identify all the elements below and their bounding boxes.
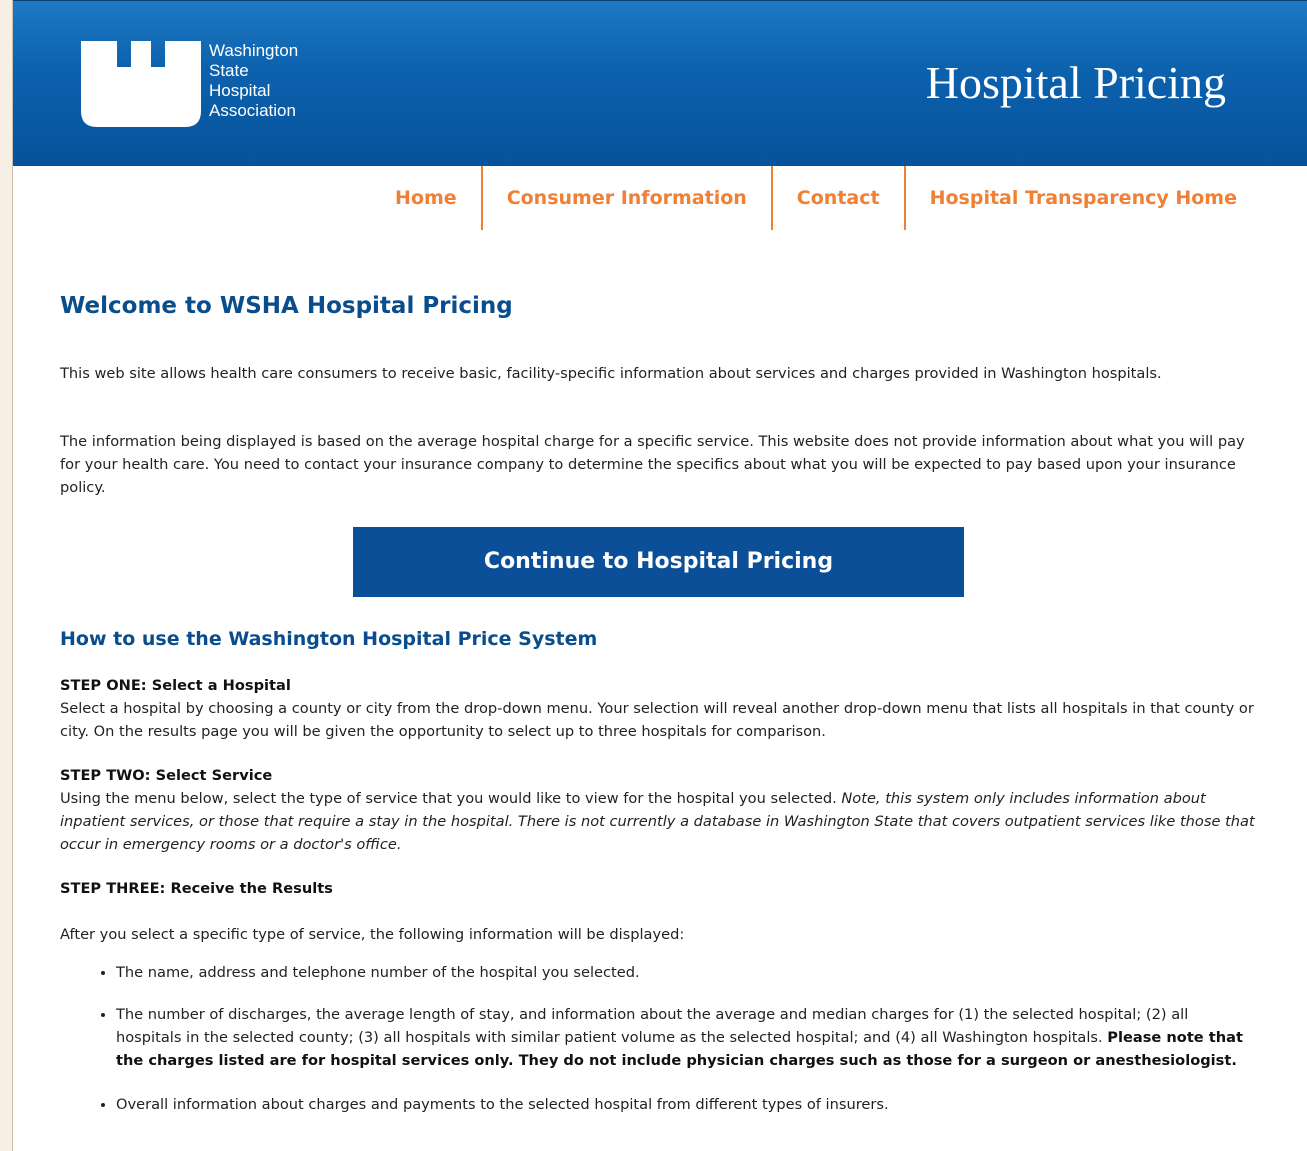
page: Washington State Hospital Association Ho… <box>12 0 1307 1151</box>
step-one-section: STEP ONE: Select a Hospital Select a hos… <box>60 674 1255 743</box>
nav-home-link[interactable]: Home <box>395 166 469 230</box>
wsha-logo[interactable]: Washington State Hospital Association <box>81 39 341 129</box>
welcome-heading: Welcome to WSHA Hospital Pricing <box>60 293 513 319</box>
list-item-text: The number of discharges, the average le… <box>116 1006 1189 1046</box>
step-one-text: Select a hospital by choosing a county o… <box>60 700 1254 740</box>
logo-line: Hospital <box>209 81 271 100</box>
step-three-title: STEP THREE: Receive the Results <box>60 880 333 897</box>
wsha-logo-icon <box>81 41 201 127</box>
how-to-heading: How to use the Washington Hospital Price… <box>60 628 598 650</box>
intro-paragraph: This web site allows health care consume… <box>60 365 1162 382</box>
logo-line: Association <box>209 101 296 120</box>
results-intro-text: After you select a specific type of serv… <box>60 926 685 943</box>
list-item-text: The name, address and telephone number o… <box>116 964 640 981</box>
nav-contact-link[interactable]: Contact <box>785 166 892 230</box>
step-two-section: STEP TWO: Select Service Using the menu … <box>60 764 1255 856</box>
list-item: Overall information about charges and pa… <box>116 1093 1256 1116</box>
results-list: The name, address and telephone number o… <box>60 961 1256 1135</box>
main-nav: Home Consumer Information Contact Hospit… <box>395 166 1237 230</box>
step-three-section: STEP THREE: Receive the Results <box>60 877 1255 900</box>
logo-line: Washington <box>209 41 299 60</box>
logo-line: State <box>209 61 249 80</box>
continue-to-hospital-pricing-button[interactable]: Continue to Hospital Pricing <box>353 527 964 597</box>
list-item: The name, address and telephone number o… <box>116 961 1256 984</box>
nav-hospital-transparency-home-link[interactable]: Hospital Transparency Home <box>918 166 1237 230</box>
list-item: The number of discharges, the average le… <box>116 1003 1256 1072</box>
logo-text: Washington State Hospital Association <box>209 41 298 121</box>
list-item-text: Overall information about charges and pa… <box>116 1096 889 1113</box>
nav-divider <box>903 166 906 230</box>
nav-divider <box>770 166 773 230</box>
site-title: Hospital Pricing <box>925 57 1226 108</box>
nav-divider <box>480 166 483 230</box>
step-one-title: STEP ONE: Select a Hospital <box>60 677 291 694</box>
step-two-title: STEP TWO: Select Service <box>60 767 273 784</box>
nav-consumer-information-link[interactable]: Consumer Information <box>495 166 759 230</box>
site-header: Washington State Hospital Association Ho… <box>13 0 1307 166</box>
main-content: Welcome to WSHA Hospital Pricing This we… <box>60 290 1260 1113</box>
step-two-text: Using the menu below, select the type of… <box>60 790 842 807</box>
step-two-body: Using the menu below, select the type of… <box>60 787 1255 856</box>
disclaimer-paragraph: The information being displayed is based… <box>60 433 1245 496</box>
